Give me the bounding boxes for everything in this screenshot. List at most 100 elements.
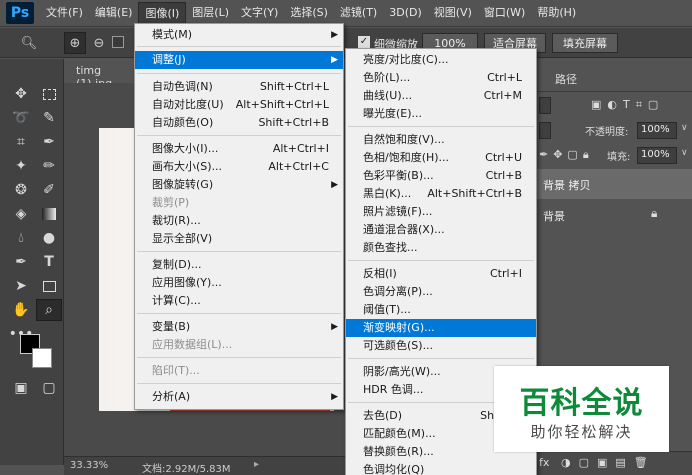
menu-item-auto-contrast[interactable]: 自动对比度(U) Alt+Shift+Ctrl+L [135, 96, 343, 114]
dodge-tool-icon[interactable]: ● [36, 227, 62, 249]
healing-brush-icon[interactable]: ✦ [8, 155, 34, 177]
type-tool-icon[interactable]: T [36, 251, 62, 273]
hand-tool-icon[interactable]: ✋ [8, 299, 34, 321]
layer-row[interactable]: 背景 🔒︎ [535, 200, 692, 230]
menu-item-adjustments[interactable]: 调整(J) ▶ [135, 51, 343, 69]
zoom-tool-icon[interactable]: 🔍︎ [18, 32, 40, 54]
menu-item-apply-data-set: 应用数据组(L)... [152, 338, 233, 351]
menu-item-reveal-all[interactable]: 显示全部(V) [135, 230, 343, 248]
menu-item-curves[interactable]: 曲线(U)... Ctrl+M [346, 87, 536, 105]
document-tab[interactable]: timg (1).jpg [64, 59, 136, 90]
brush-tool-icon[interactable]: ✏ [36, 155, 62, 177]
menu-item-equalize[interactable]: 色调均化(Q) [346, 461, 536, 475]
menu-item-hue-saturation[interactable]: 色相/饱和度(H)... Ctrl+U [346, 149, 536, 167]
marquee-tool-icon[interactable] [36, 83, 62, 105]
menu-filter[interactable]: 滤镜(T) [334, 2, 383, 24]
rectangle-tool-icon[interactable] [36, 275, 62, 297]
eraser-tool-icon[interactable]: ◈ [8, 203, 34, 225]
menu-item-auto-color[interactable]: 自动颜色(O) Shift+Ctrl+B [135, 114, 343, 132]
clone-stamp-icon[interactable]: ❂ [8, 179, 34, 201]
menu-item-apply-image[interactable]: 应用图像(Y)... [135, 274, 343, 292]
menu-bar: Ps 文件(F) 编辑(E) 图像(I) 图层(L) 文字(Y) 选择(S) 滤… [0, 0, 692, 27]
layer-filter-icons[interactable]: ▣◐T⌗▢ [591, 98, 664, 112]
menu-separator [137, 46, 341, 47]
path-select-icon[interactable]: ➤ [8, 275, 34, 297]
lasso-tool-icon[interactable]: ➰ [8, 107, 34, 129]
layer-name: 背景 [543, 210, 565, 223]
menu-layer[interactable]: 图层(L) [186, 2, 235, 24]
layer-action-icons[interactable]: ◑▢▣▤🗑︎ [561, 456, 656, 469]
tab-paths[interactable]: 路径 [555, 71, 577, 87]
layer-filter-select[interactable] [539, 97, 551, 114]
menu-item-vibrance[interactable]: 自然饱和度(V)... [346, 131, 536, 149]
menu-item-levels[interactable]: 色阶(L)... Ctrl+L [346, 69, 536, 87]
menu-item-photo-filter[interactable]: 照片滤镜(F)... [346, 203, 536, 221]
menu-item-auto-tone[interactable]: 自动色调(N) Shift+Ctrl+L [135, 78, 343, 96]
pen-tool-icon[interactable]: ✒ [8, 251, 34, 273]
menu-item-selective-color[interactable]: 可选颜色(S)... [346, 337, 536, 355]
menu-item-black-white[interactable]: 黑白(K)... Alt+Shift+Ctrl+B [346, 185, 536, 203]
menu-separator [137, 383, 341, 384]
menu-item-brightness-contrast[interactable]: 亮度/对比度(C)... [346, 51, 536, 69]
resize-windows-checkbox[interactable] [112, 36, 124, 48]
fill-dropdown-icon[interactable]: ∨ [681, 148, 688, 158]
eyedropper-tool-icon[interactable]: ✒ [36, 131, 62, 153]
menu-help[interactable]: 帮助(H) [531, 2, 582, 24]
menu-view[interactable]: 视图(V) [428, 2, 478, 24]
menu-item-color-balance[interactable]: 色彩平衡(B)... Ctrl+B [346, 167, 536, 185]
menu-item-analysis[interactable]: 分析(A) ▶ [135, 388, 343, 406]
crop-tool-icon[interactable]: ⌗ [8, 131, 34, 153]
zoom-level[interactable]: 33.33% [70, 460, 108, 471]
blend-mode-select[interactable] [539, 122, 551, 139]
menu-item-calculations[interactable]: 计算(C)... [135, 292, 343, 310]
zoom-out-icon[interactable]: ⊖ [88, 32, 110, 54]
lock-icons[interactable]: ✒✥▢🔒︎ [539, 148, 594, 162]
menu-separator [348, 126, 534, 127]
menu-item-mode[interactable]: 模式(M) ▶ [135, 26, 343, 44]
layer-row[interactable]: 背景 拷贝 [535, 169, 692, 199]
opacity-input[interactable]: 100% [637, 122, 677, 139]
menu-item-threshold[interactable]: 阈值(T)... [346, 301, 536, 319]
menu-window[interactable]: 窗口(W) [478, 2, 531, 24]
submenu-arrow-icon: ▶ [331, 30, 338, 40]
blur-tool-icon[interactable]: 💧︎ [8, 227, 34, 249]
menu-item-variables[interactable]: 变量(B) ▶ [135, 318, 343, 336]
tools-panel: ✥ ➰ ✎ ⌗ ✒ ✦ ✏ ❂ ✐ ◈ 💧︎ ● ✒ T ➤ ✋ ⌕ ••• ▣… [0, 59, 64, 465]
menu-item-exposure[interactable]: 曝光度(E)... [346, 105, 536, 123]
menu-item-trim[interactable]: 裁切(R)... [135, 212, 343, 230]
fine-zoom-checkbox[interactable]: ✓ [358, 36, 370, 48]
menu-item-color-lookup[interactable]: 颜色查找... [346, 239, 536, 257]
quick-select-tool-icon[interactable]: ✎ [36, 107, 62, 129]
menu-select[interactable]: 选择(S) [284, 2, 334, 24]
fill-input[interactable]: 100% [637, 147, 677, 164]
menu-item-canvas-size[interactable]: 画布大小(S)... Alt+Ctrl+C [135, 158, 343, 176]
gradient-tool-icon[interactable] [36, 203, 62, 225]
background-color-swatch[interactable] [32, 348, 52, 368]
menu-file[interactable]: 文件(F) [40, 2, 89, 24]
fx-icon[interactable]: fx [539, 456, 549, 469]
menu-item-image-size[interactable]: 图像大小(I)... Alt+Ctrl+I [135, 140, 343, 158]
menu-separator [137, 73, 341, 74]
menu-edit[interactable]: 编辑(E) [89, 2, 139, 24]
lock-icon: 🔒︎ [651, 206, 658, 220]
status-menu-arrow-icon[interactable]: ▸ [254, 459, 259, 470]
zoom-in-icon[interactable]: ⊕ [64, 32, 86, 54]
menu-item-image-rotation[interactable]: 图像旋转(G) ▶ [135, 176, 343, 194]
move-tool-icon[interactable]: ✥ [8, 83, 34, 105]
menu-type[interactable]: 文字(Y) [235, 2, 284, 24]
zoom-tool-icon-active[interactable]: ⌕ [36, 299, 62, 321]
menu-3d[interactable]: 3D(D) [383, 2, 428, 24]
menu-separator [137, 357, 341, 358]
menu-item-duplicate[interactable]: 复制(D)... [135, 256, 343, 274]
screen-mode-icon[interactable]: ▢ [36, 377, 62, 399]
fill-label: 填充: [607, 152, 631, 163]
menu-item-channel-mixer[interactable]: 通道混合器(X)... [346, 221, 536, 239]
menu-item-invert[interactable]: 反相(I) Ctrl+I [346, 265, 536, 283]
menu-item-posterize[interactable]: 色调分离(P)... [346, 283, 536, 301]
quick-mask-icon[interactable]: ▣ [8, 377, 34, 399]
opacity-dropdown-icon[interactable]: ∨ [681, 123, 688, 133]
history-brush-icon[interactable]: ✐ [36, 179, 62, 201]
fill-screen-button[interactable]: 填充屏幕 [552, 33, 618, 53]
menu-item-gradient-map[interactable]: 渐变映射(G)... [346, 319, 536, 337]
menu-image[interactable]: 图像(I) [138, 2, 187, 24]
